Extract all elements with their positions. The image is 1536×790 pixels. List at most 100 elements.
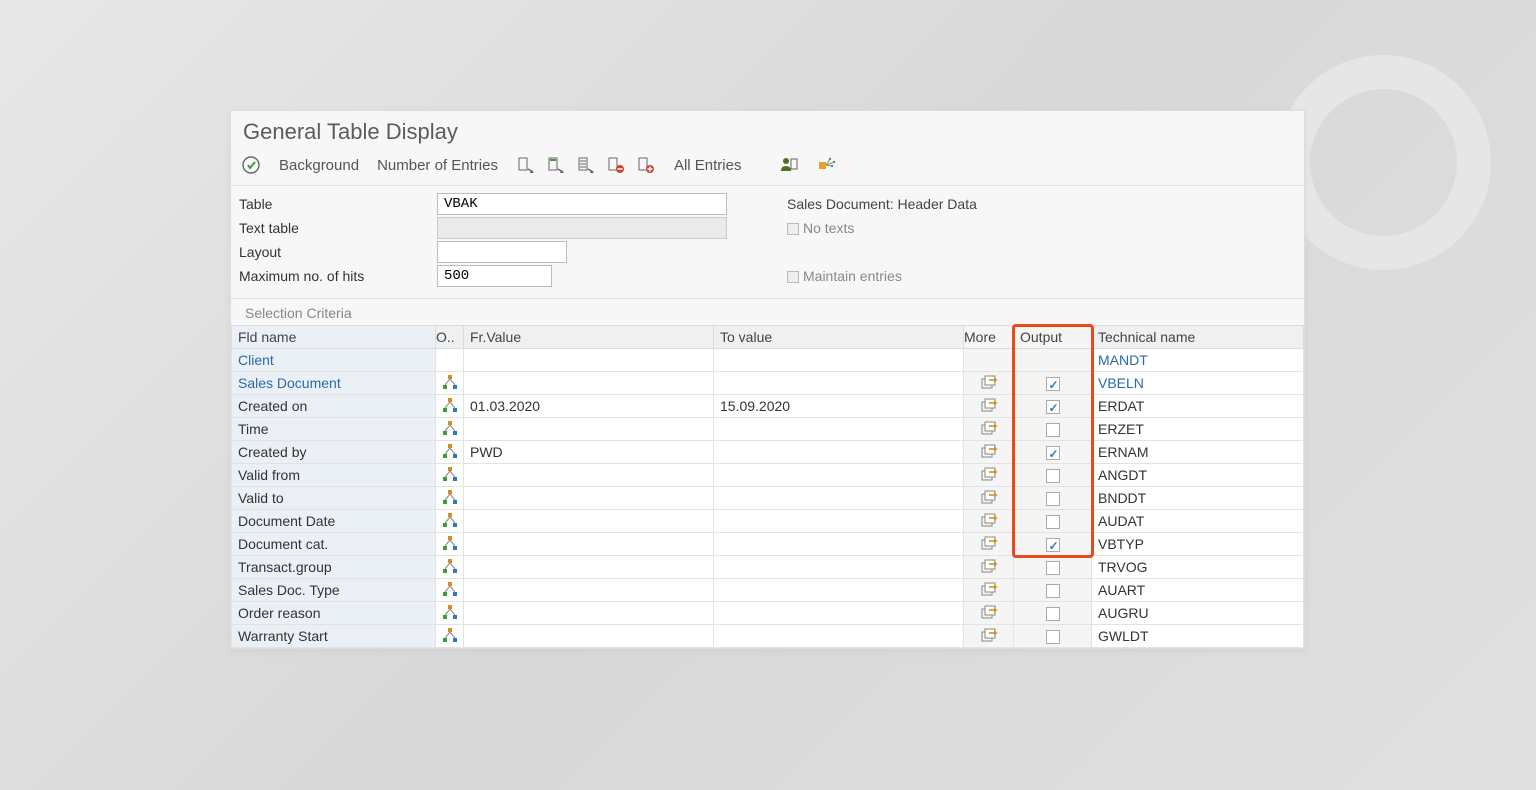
from-value-input[interactable]: [464, 464, 714, 487]
col-header-technical-name[interactable]: Technical name: [1092, 326, 1304, 349]
field-name-cell[interactable]: Client: [232, 349, 436, 372]
output-checkbox[interactable]: [1046, 446, 1060, 460]
operator-button[interactable]: [436, 510, 464, 533]
more-selections-button[interactable]: [964, 625, 1014, 648]
output-checkbox[interactable]: [1046, 400, 1060, 414]
more-selections-button[interactable]: [964, 487, 1014, 510]
to-value-input[interactable]: [714, 556, 964, 579]
to-value-input[interactable]: [714, 349, 964, 372]
output-checkbox-cell[interactable]: [1014, 625, 1092, 648]
more-selections-button[interactable]: [964, 556, 1014, 579]
from-value-input[interactable]: [464, 418, 714, 441]
operator-button[interactable]: [436, 395, 464, 418]
multiple-selection-icon: [441, 419, 459, 437]
layout-input[interactable]: [437, 241, 567, 263]
operator-button[interactable]: [436, 441, 464, 464]
more-selections-button[interactable]: [964, 579, 1014, 602]
output-checkbox-cell[interactable]: [1014, 579, 1092, 602]
col-header-to-value[interactable]: To value: [714, 326, 964, 349]
output-checkbox-cell[interactable]: [1014, 510, 1092, 533]
more-selections-button[interactable]: [964, 395, 1014, 418]
more-icon: [980, 442, 998, 460]
more-selections-button[interactable]: [964, 510, 1014, 533]
from-value-input[interactable]: [464, 533, 714, 556]
more-selections-button[interactable]: [964, 602, 1014, 625]
to-value-input[interactable]: [714, 533, 964, 556]
more-selections-button[interactable]: [964, 418, 1014, 441]
from-value-input[interactable]: [464, 349, 714, 372]
col-header-more[interactable]: More: [964, 326, 1014, 349]
output-checkbox[interactable]: [1046, 584, 1060, 598]
operator-button[interactable]: [436, 464, 464, 487]
operator-button[interactable]: [436, 418, 464, 441]
to-value-input[interactable]: [714, 441, 964, 464]
col-header-operator[interactable]: O..: [436, 326, 464, 349]
to-value-input[interactable]: [714, 487, 964, 510]
operator-button[interactable]: [436, 579, 464, 602]
more-selections-button[interactable]: [964, 464, 1014, 487]
table-input[interactable]: [437, 193, 727, 215]
variant-icon[interactable]: [817, 155, 837, 175]
from-value-input[interactable]: [464, 625, 714, 648]
more-selections-button[interactable]: [964, 441, 1014, 464]
to-value-input[interactable]: [714, 625, 964, 648]
output-checkbox-cell[interactable]: [1014, 395, 1092, 418]
to-value-input[interactable]: [714, 372, 964, 395]
background-button[interactable]: Background: [279, 157, 359, 174]
output-checkbox[interactable]: [1046, 515, 1060, 529]
more-selections-button[interactable]: [964, 533, 1014, 556]
output-checkbox[interactable]: [1046, 423, 1060, 437]
list-settings-icon-3[interactable]: [576, 155, 596, 175]
output-checkbox-cell[interactable]: [1014, 533, 1092, 556]
output-checkbox-cell[interactable]: [1014, 372, 1092, 395]
operator-button[interactable]: [436, 625, 464, 648]
output-checkbox-cell[interactable]: [1014, 441, 1092, 464]
number-of-entries-button[interactable]: Number of Entries: [377, 157, 498, 174]
operator-button[interactable]: [436, 533, 464, 556]
to-value-input[interactable]: [714, 464, 964, 487]
output-checkbox-cell[interactable]: [1014, 487, 1092, 510]
output-checkbox[interactable]: [1046, 469, 1060, 483]
list-settings-icon-2[interactable]: [546, 155, 566, 175]
output-checkbox[interactable]: [1046, 630, 1060, 644]
field-name-cell[interactable]: Sales Document: [232, 372, 436, 395]
to-value-input[interactable]: 15.09.2020: [714, 395, 964, 418]
output-checkbox-cell[interactable]: [1014, 556, 1092, 579]
from-value-input[interactable]: [464, 556, 714, 579]
operator-button[interactable]: [436, 602, 464, 625]
table-row: Warranty StartGWLDT: [232, 625, 1304, 648]
output-checkbox-cell[interactable]: [1014, 602, 1092, 625]
from-value-input[interactable]: [464, 510, 714, 533]
output-checkbox-cell[interactable]: [1014, 464, 1092, 487]
output-checkbox[interactable]: [1046, 607, 1060, 621]
to-value-input[interactable]: [714, 602, 964, 625]
output-checkbox[interactable]: [1046, 377, 1060, 391]
all-entries-button[interactable]: All Entries: [674, 157, 742, 174]
operator-button[interactable]: [436, 487, 464, 510]
from-value-input[interactable]: PWD: [464, 441, 714, 464]
col-header-from-value[interactable]: Fr.Value: [464, 326, 714, 349]
output-checkbox[interactable]: [1046, 492, 1060, 506]
from-value-input[interactable]: [464, 602, 714, 625]
operator-button[interactable]: [436, 372, 464, 395]
col-header-output[interactable]: Output: [1014, 326, 1092, 349]
to-value-input[interactable]: [714, 579, 964, 602]
to-value-input[interactable]: [714, 418, 964, 441]
from-value-input[interactable]: [464, 372, 714, 395]
list-delete-icon[interactable]: [606, 155, 626, 175]
max-hits-input[interactable]: [437, 265, 552, 287]
execute-icon[interactable]: [241, 155, 261, 175]
output-checkbox-cell[interactable]: [1014, 418, 1092, 441]
more-selections-button[interactable]: [964, 372, 1014, 395]
from-value-input[interactable]: [464, 579, 714, 602]
col-header-fld-name[interactable]: Fld name: [232, 326, 436, 349]
user-settings-icon[interactable]: [779, 155, 799, 175]
output-checkbox[interactable]: [1046, 538, 1060, 552]
output-checkbox[interactable]: [1046, 561, 1060, 575]
from-value-input[interactable]: [464, 487, 714, 510]
to-value-input[interactable]: [714, 510, 964, 533]
list-settings-icon-1[interactable]: [516, 155, 536, 175]
operator-button[interactable]: [436, 556, 464, 579]
list-add-icon[interactable]: [636, 155, 656, 175]
from-value-input[interactable]: 01.03.2020: [464, 395, 714, 418]
